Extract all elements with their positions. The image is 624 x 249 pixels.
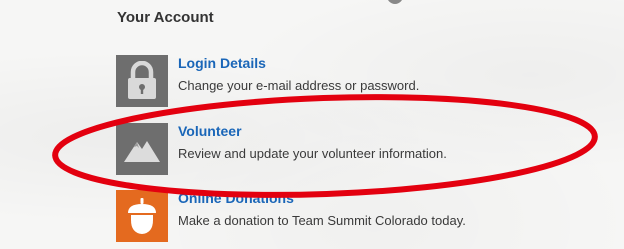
section-title: Your Account	[117, 9, 214, 26]
volunteer-link[interactable]: Volunteer	[178, 123, 242, 139]
login-details-description: Change your e-mail address or password.	[178, 78, 420, 93]
lock-icon[interactable]	[116, 55, 168, 107]
online-donations-link[interactable]: Online Donations	[178, 190, 294, 206]
volunteer-description: Review and update your volunteer informa…	[178, 146, 447, 161]
login-details-link[interactable]: Login Details	[178, 55, 266, 71]
account-item-login-details: Login Details Change your e-mail address…	[116, 55, 586, 109]
mountain-icon[interactable]	[116, 123, 168, 175]
acorn-icon[interactable]	[116, 190, 168, 242]
account-item-online-donations: Online Donations Make a donation to Team…	[116, 190, 586, 244]
online-donations-description: Make a donation to Team Summit Colorado …	[178, 213, 466, 228]
account-item-volunteer: Volunteer Review and update your volunte…	[116, 123, 586, 177]
